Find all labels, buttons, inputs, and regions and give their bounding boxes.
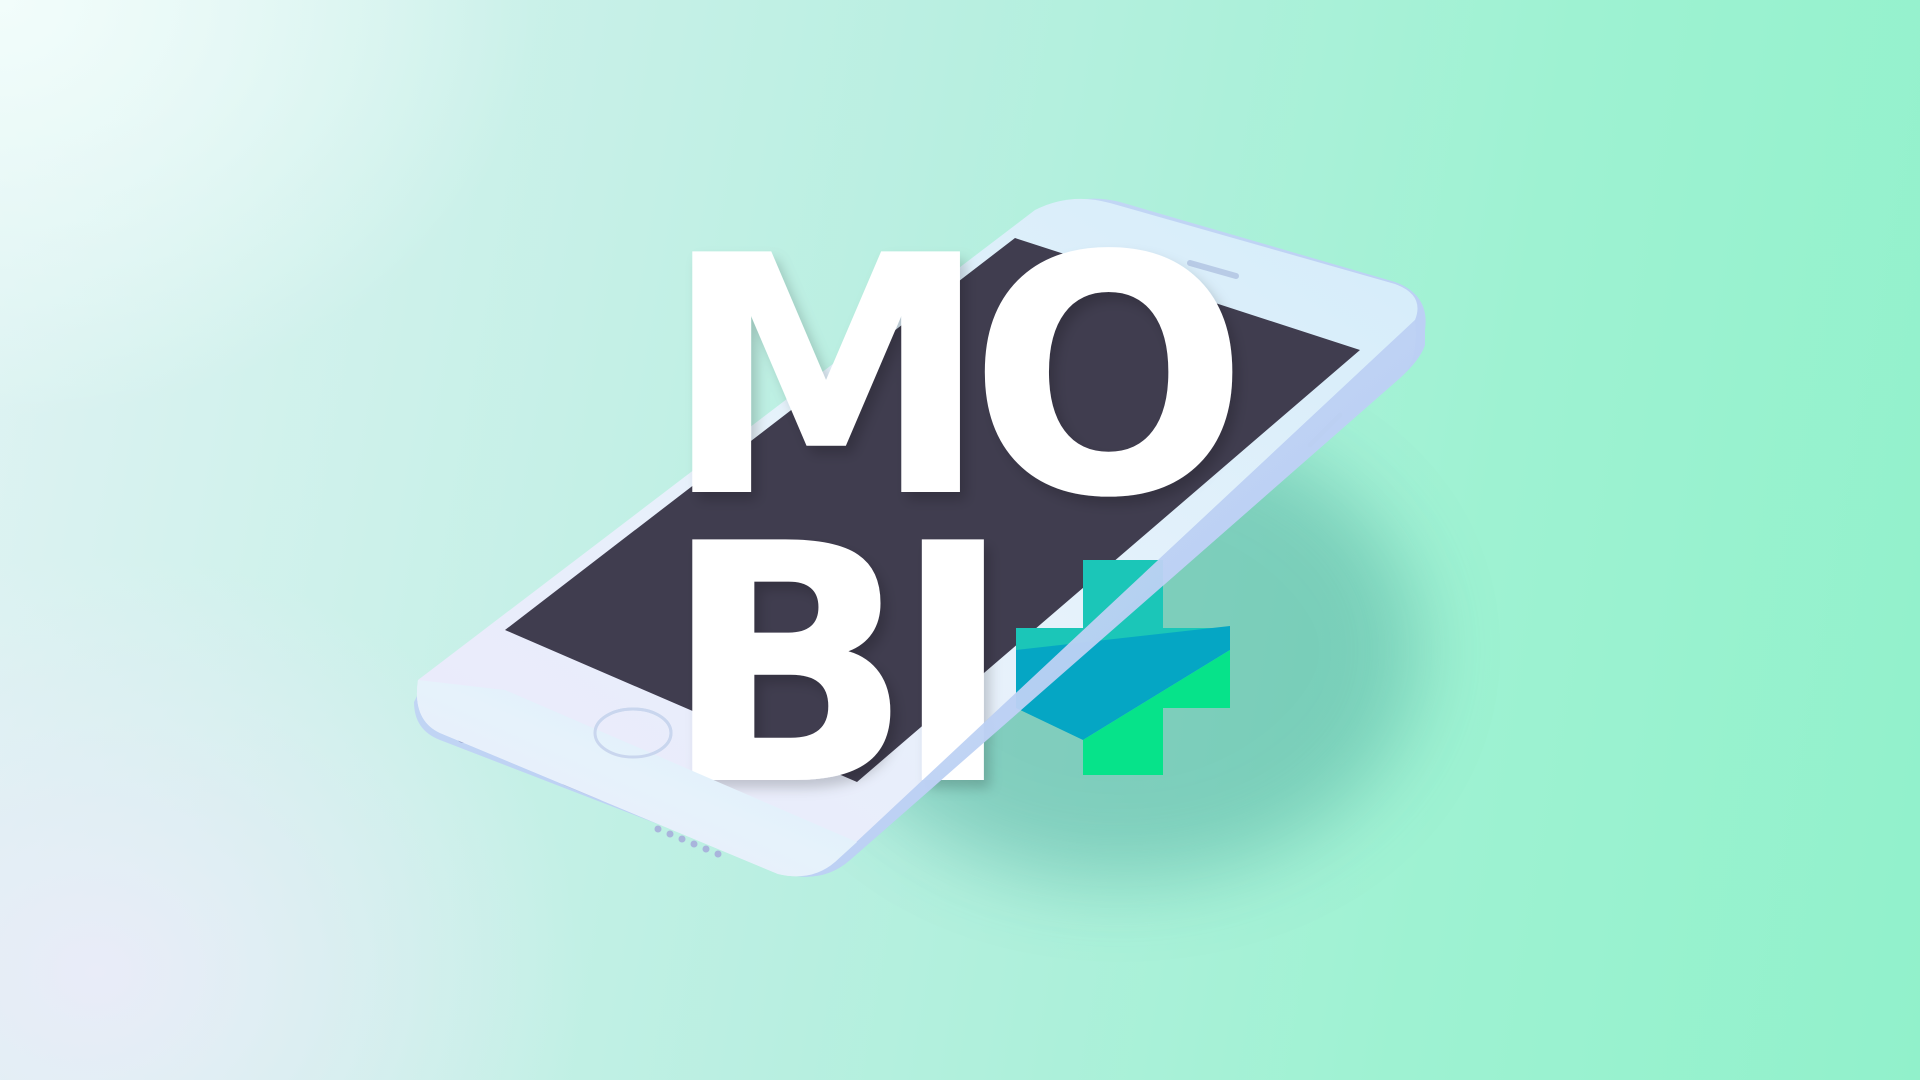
hero-illustration: MO BI +	[414, 186, 1426, 880]
